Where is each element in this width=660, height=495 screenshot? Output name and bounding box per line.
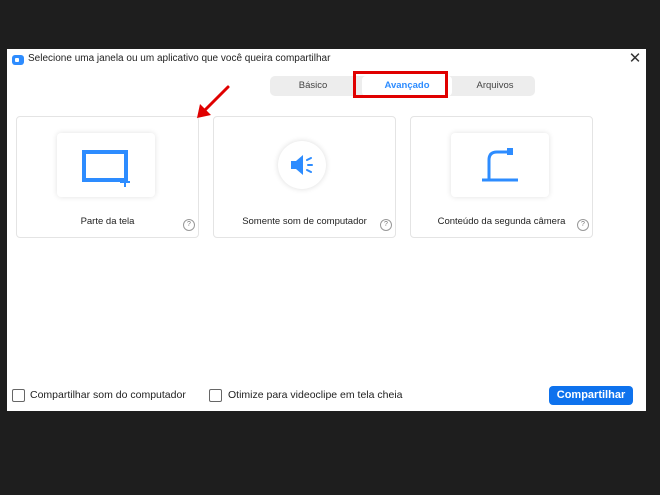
share-tabs: Básico Avançado Arquivos bbox=[270, 76, 535, 96]
red-arrow-icon bbox=[197, 85, 230, 118]
tab-arquivos[interactable]: Arquivos bbox=[455, 76, 535, 96]
option-card-portion-of-screen[interactable]: Parte da tela ? bbox=[16, 116, 199, 238]
share-screen-dialog: Selecione uma janela ou um aplicativo qu… bbox=[7, 49, 646, 411]
option-thumbnail bbox=[57, 133, 155, 197]
optimize-video-checkbox[interactable] bbox=[209, 389, 222, 402]
option-label-portion-of-screen: Parte da tela bbox=[80, 216, 135, 227]
share-button[interactable]: Compartilhar bbox=[549, 386, 633, 405]
option-card-second-camera[interactable]: Conteúdo da segunda câmera ? bbox=[410, 116, 593, 238]
help-icon[interactable]: ? bbox=[380, 219, 392, 231]
tab-avancado[interactable]: Avançado bbox=[362, 76, 452, 96]
option-thumbnail bbox=[278, 141, 326, 189]
option-label-computer-sound: Somente som de computador bbox=[242, 216, 367, 227]
zoom-camera-icon bbox=[12, 55, 24, 65]
document-camera-icon bbox=[482, 148, 518, 182]
close-button[interactable]: ✕ bbox=[627, 50, 643, 68]
tab-basico[interactable]: Básico bbox=[270, 76, 356, 96]
dialog-footer: Compartilhar som do computador Otimize p… bbox=[7, 385, 646, 407]
option-thumbnail bbox=[451, 133, 549, 197]
title-bar: Selecione uma janela ou um aplicativo qu… bbox=[7, 49, 646, 71]
help-icon[interactable]: ? bbox=[183, 219, 195, 231]
screen-portion-icon bbox=[82, 150, 130, 187]
share-sound-label[interactable]: Compartilhar som do computador bbox=[30, 389, 186, 401]
option-card-computer-sound[interactable]: Somente som de computador ? bbox=[213, 116, 396, 238]
help-icon[interactable]: ? bbox=[577, 219, 589, 231]
optimize-video-label[interactable]: Otimize para videoclipe em tela cheia bbox=[228, 389, 403, 401]
option-label-second-camera: Conteúdo da segunda câmera bbox=[437, 216, 566, 227]
dialog-title: Selecione uma janela ou um aplicativo qu… bbox=[28, 53, 331, 64]
share-sound-checkbox[interactable] bbox=[12, 389, 25, 402]
speaker-icon bbox=[291, 155, 313, 175]
